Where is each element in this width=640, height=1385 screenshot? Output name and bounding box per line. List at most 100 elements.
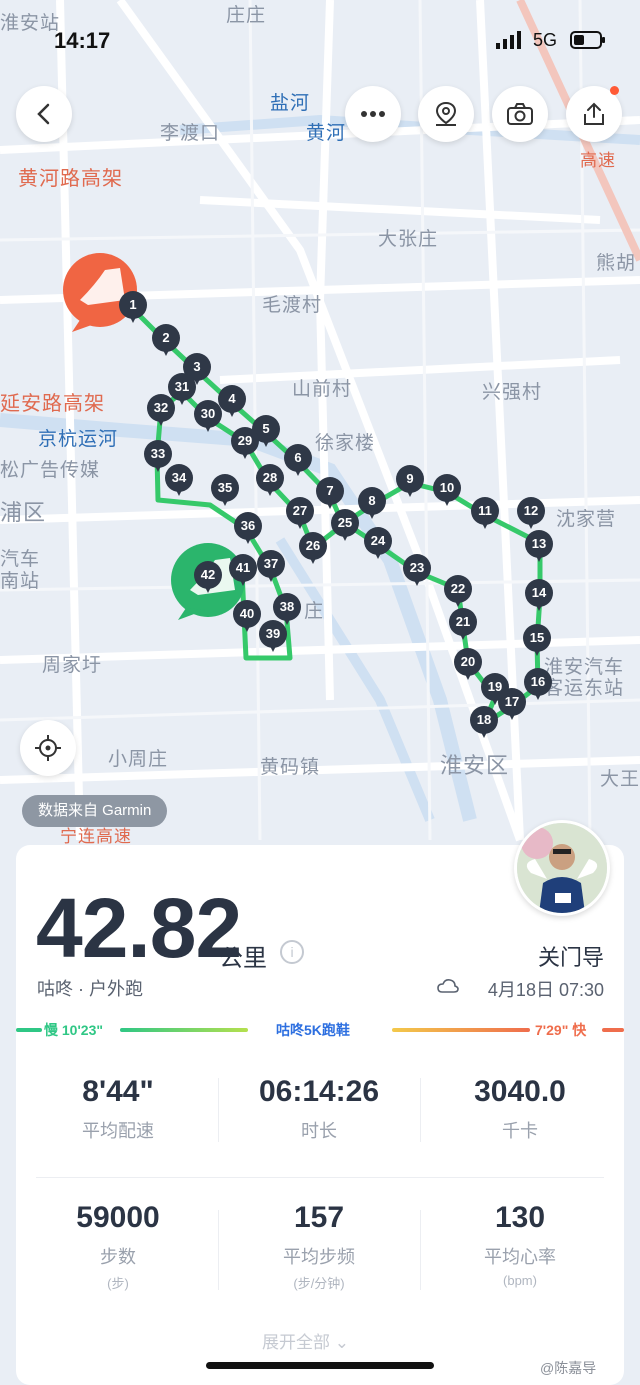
km-marker[interactable]: 2 [152,324,180,360]
camera-icon [507,103,533,125]
notification-dot [610,86,619,95]
map-label: 徐家楼 [315,433,376,454]
km-marker[interactable]: 35 [211,474,239,510]
avatar[interactable] [514,820,610,916]
km-marker[interactable]: 20 [454,648,482,684]
km-marker[interactable]: 32 [147,394,175,430]
km-marker[interactable]: 13 [525,530,553,566]
map-label: 庄 [304,601,325,622]
km-marker[interactable]: 19 [481,673,509,709]
expand-all-button[interactable]: 展开全部 ⌄ [262,1328,349,1353]
stat-avg-pace: 8'44" 平均配速 [82,1075,154,1141]
map-label: 浦区 [0,500,47,525]
home-indicator[interactable] [206,1362,434,1369]
pace-bar-slow-cap [16,1028,42,1032]
network-type: 5G [533,30,558,50]
map-label: 南站 [0,571,41,592]
km-marker[interactable]: 10 [433,474,461,510]
km-marker[interactable]: 25 [331,509,359,545]
map-label: 山前村 [292,379,353,400]
km-marker[interactable]: 12 [517,497,545,533]
back-button[interactable] [16,86,72,142]
km-marker[interactable]: 28 [256,464,284,500]
km-marker[interactable]: 21 [449,608,477,644]
info-icon[interactable]: i [280,940,304,964]
map-label: 毛渡村 [262,295,323,316]
km-marker[interactable]: 22 [444,575,472,611]
map-label: 客运东站 [544,678,625,699]
map-label: 大王 [600,769,640,790]
km-marker[interactable]: 16 [524,668,552,704]
km-marker[interactable]: 34 [165,464,193,500]
km-marker[interactable]: 29 [231,427,259,463]
map-label: 大张庄 [378,229,439,250]
stat-steps: 59000 步数 (步) [76,1201,160,1291]
crosshair-icon [35,735,61,761]
location-button[interactable] [418,86,474,142]
map-label: 淮安区 [440,753,510,778]
user-photo-icon [517,823,607,913]
map-label: 沈家营 [556,509,617,530]
map-label: 盐河 [270,93,311,114]
map-label: 周家圩 [42,655,103,676]
km-marker[interactable]: 30 [194,400,222,436]
km-marker[interactable]: 8 [358,487,386,523]
more-button[interactable] [345,86,401,142]
location-pin-icon [435,101,457,126]
km-marker[interactable]: 6 [284,444,312,480]
map-label: 延安路高架 [0,393,105,415]
km-marker[interactable]: 37 [257,550,285,586]
km-marker[interactable]: 41 [229,554,257,590]
distance-unit: 公里 [219,945,267,972]
recenter-button[interactable] [20,720,76,776]
km-marker[interactable]: 39 [259,620,287,656]
km-marker[interactable]: 15 [523,624,551,660]
map-label: 熊胡 [596,253,637,274]
watermark: @陈嘉导 [540,1360,597,1376]
status-time: 14:17 [54,28,111,53]
km-marker[interactable]: 42 [194,561,222,597]
map-label: 黄河 [306,123,347,144]
user-name[interactable]: 关门导 [538,940,604,972]
stat-calories: 3040.0 千卡 [474,1075,566,1141]
km-marker[interactable]: 14 [525,579,553,615]
km-marker[interactable]: 4 [218,385,246,421]
map-label: 小周庄 [108,749,169,770]
data-source-badge: 数据来自 Garmin [22,795,168,827]
pace-bar-fast-cap [602,1028,624,1032]
km-marker[interactable]: 40 [233,600,261,636]
distance-value: 42.82 [36,881,242,975]
stat-duration: 06:14:26 时长 [258,1075,380,1141]
map-label: 京杭运河 [38,429,119,450]
map-label: 黄码镇 [260,757,321,778]
km-marker[interactable]: 9 [396,465,424,501]
cloud-icon [437,979,459,993]
km-marker[interactable]: 26 [299,532,327,568]
km-marker[interactable]: 18 [470,706,498,742]
pace-center-label: 咕咚5K跑鞋 [276,1022,350,1038]
activity-type: 咕咚 · 户外跑 [37,979,143,999]
run-date: 4月18日 07:30 [487,980,604,1000]
map-label: 高速 [580,151,616,170]
km-marker[interactable]: 7 [316,477,344,513]
pace-bar-fast [392,1028,530,1032]
stat-cadence: 157 平均步频 (步/分钟) [283,1201,355,1291]
km-marker[interactable]: 24 [364,527,392,563]
chevron-left-icon [37,103,50,125]
map-label: 李渡口 [160,123,221,144]
pace-fast-label: 7'29" 快 [535,1022,587,1038]
battery-icon [570,31,605,49]
status-bar: 14:17 5G [0,0,640,80]
km-marker[interactable]: 11 [471,497,499,533]
share-icon [584,102,604,125]
km-marker[interactable]: 36 [234,512,262,548]
km-marker[interactable]: 27 [286,497,314,533]
km-marker[interactable]: 1 [119,291,147,327]
signal-icon [496,31,521,49]
pace-bar-slow [120,1028,248,1032]
map-label: 松广告传媒 [0,460,101,481]
km-marker[interactable]: 23 [403,554,431,590]
map-label: 兴强村 [482,382,543,403]
more-dots-icon [361,111,385,117]
camera-button[interactable] [492,86,548,142]
